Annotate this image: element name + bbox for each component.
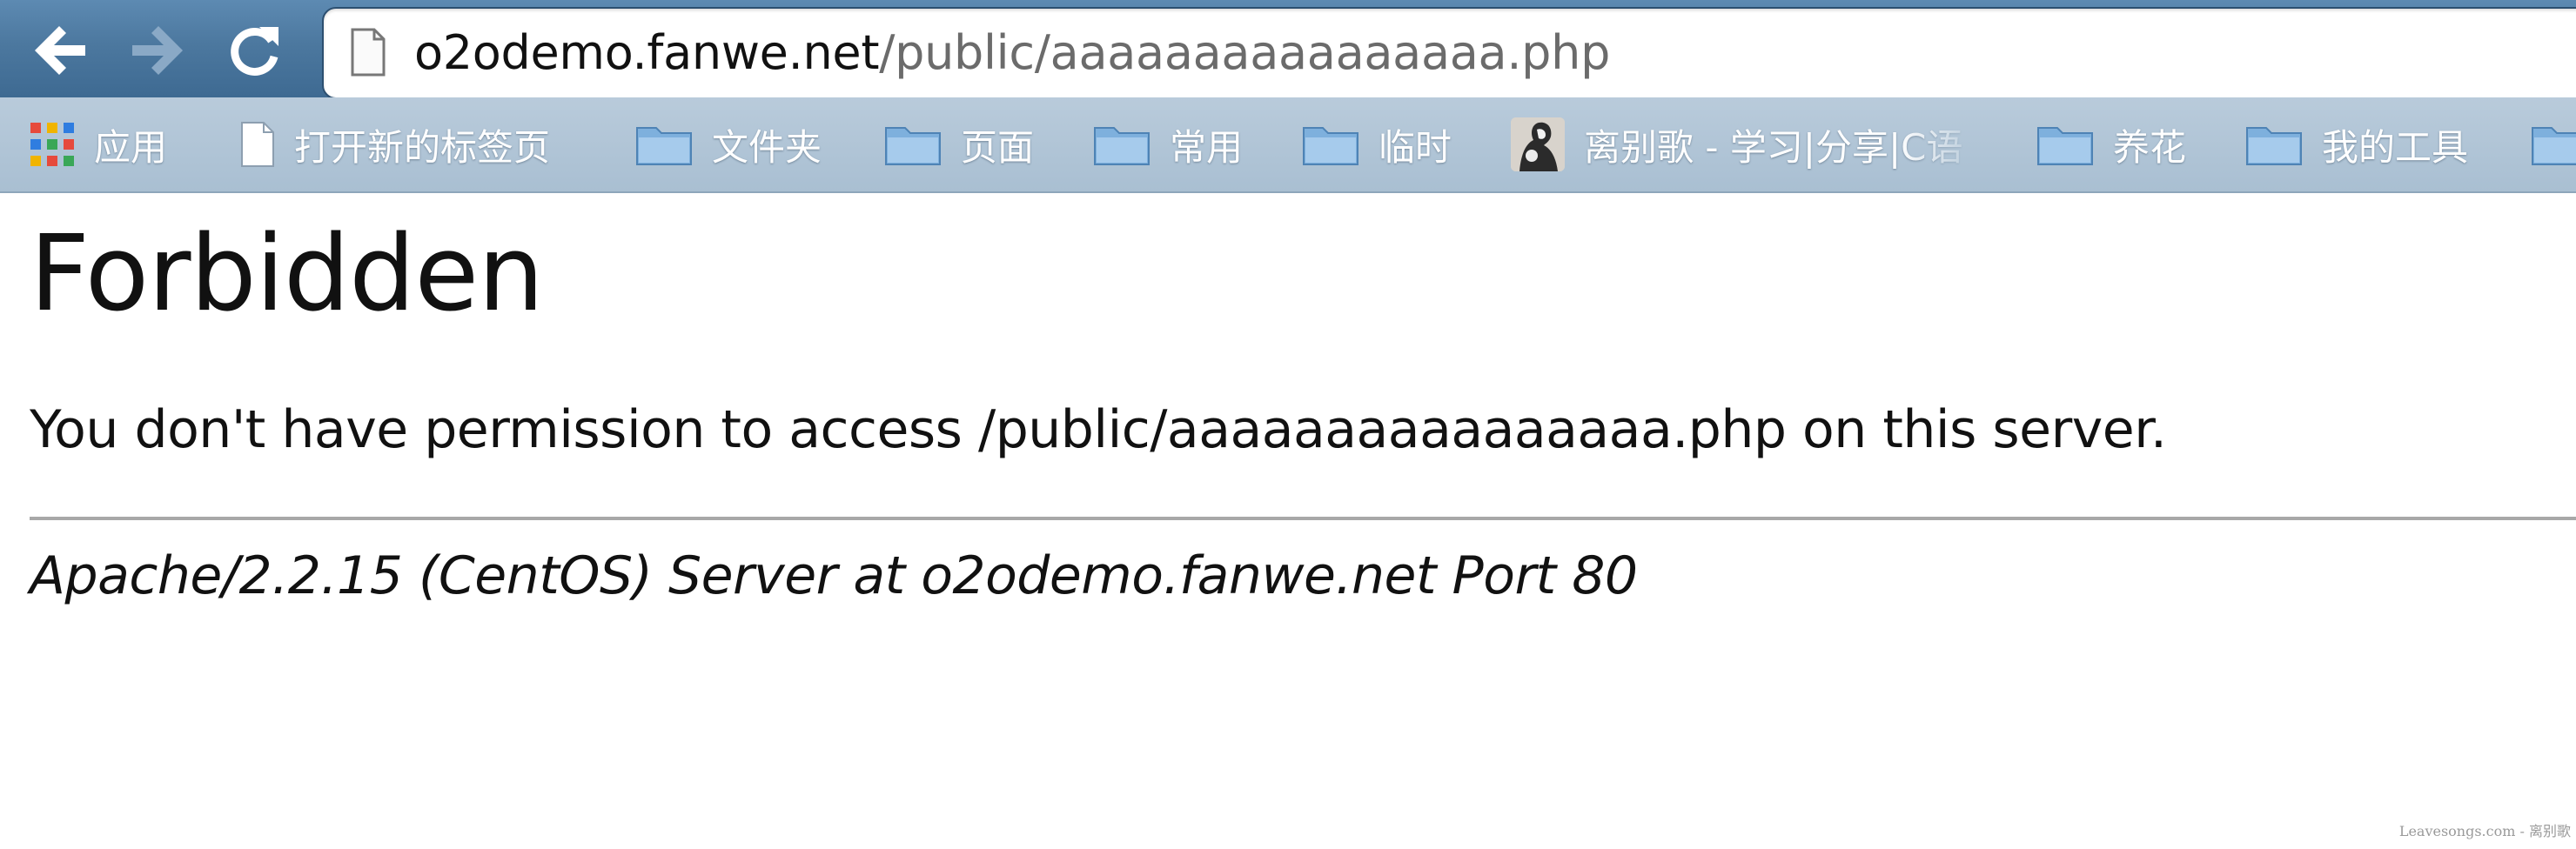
folder-icon [1303,127,1358,165]
bookmark-folder-overflow[interactable] [2531,97,2576,191]
navigation-bar: o2odemo.fanwe.net/public/aaaaaaaaaaaaaaa… [0,0,2576,99]
back-arrow-icon [35,26,85,75]
browser-window: o2odemo.fanwe.net/public/aaaaaaaaaaaaaaa… [0,0,2576,849]
horizontal-rule [30,517,2576,520]
folder-icon [2037,127,2093,165]
url-text[interactable]: o2odemo.fanwe.net/public/aaaaaaaaaaaaaaa… [414,9,1610,97]
folder-icon [2246,127,2302,165]
bookmark-folder-flowers[interactable]: 养花 [2036,97,2186,191]
document-icon [351,28,386,77]
bookmark-label: 应用 [94,125,168,169]
error-message: You don't have permission to access /pub… [30,399,2167,460]
bookmark-label: 养花 [2113,125,2187,169]
reload-button[interactable] [219,14,289,87]
bookmark-folder-tools[interactable]: 我的工具 [2245,97,2468,191]
server-signature: Apache/2.2.15 (CentOS) Server at o2odemo… [30,545,1638,606]
address-bar[interactable]: o2odemo.fanwe.net/public/aaaaaaaaaaaaaaa… [322,7,2576,99]
forward-arrow-icon [132,26,183,75]
bookmark-new-tab[interactable]: 打开新的标签页 [240,97,550,191]
bookmark-label: 临时 [1379,125,1452,169]
url-path: /public/aaaaaaaaaaaaaaaa.php [879,25,1611,80]
bookmark-label: 离别歌 - 学习|分享|C语 [1584,125,1963,169]
bookmark-folder-common[interactable]: 常用 [1093,97,1243,191]
bookmark-label: 打开新的标签页 [294,125,551,169]
bookmark-label: 文件夹 [712,125,822,169]
url-host: o2odemo.fanwe.net [414,25,880,80]
folder-icon [1094,127,1150,165]
bookmarks-bar: 应用 打开新的标签页 文件夹 页面 常用 临时 离别歌 - 学习|分享|C语 养… [0,97,2576,193]
folder-icon [636,127,692,165]
folder-icon [885,127,941,165]
reload-icon [231,27,278,76]
bookmark-label: 我的工具 [2322,125,2469,169]
bookmark-folder-temp[interactable]: 临时 [1302,97,1452,191]
folder-icon [2532,127,2576,165]
site-avatar-icon [1511,117,1565,171]
bookmark-label: 常用 [1170,125,1244,169]
bookmark-apps[interactable]: 应用 [30,97,167,191]
document-icon [241,122,274,167]
bookmark-label: 页面 [961,125,1035,169]
watermark: Leavesongs.com - 离别歌 [2398,823,2571,839]
back-button[interactable] [26,14,96,87]
apps-grid-icon [30,123,74,166]
bookmark-folder-files[interactable]: 文件夹 [635,97,822,191]
bookmark-folder-pages[interactable]: 页面 [884,97,1034,191]
page-content: Forbidden You don't have permission to a… [0,193,2576,849]
page-title: Forbidden [30,214,544,335]
bookmark-site[interactable]: 离别歌 - 学习|分享|C语 [1511,97,1984,191]
forward-button[interactable] [122,14,191,87]
